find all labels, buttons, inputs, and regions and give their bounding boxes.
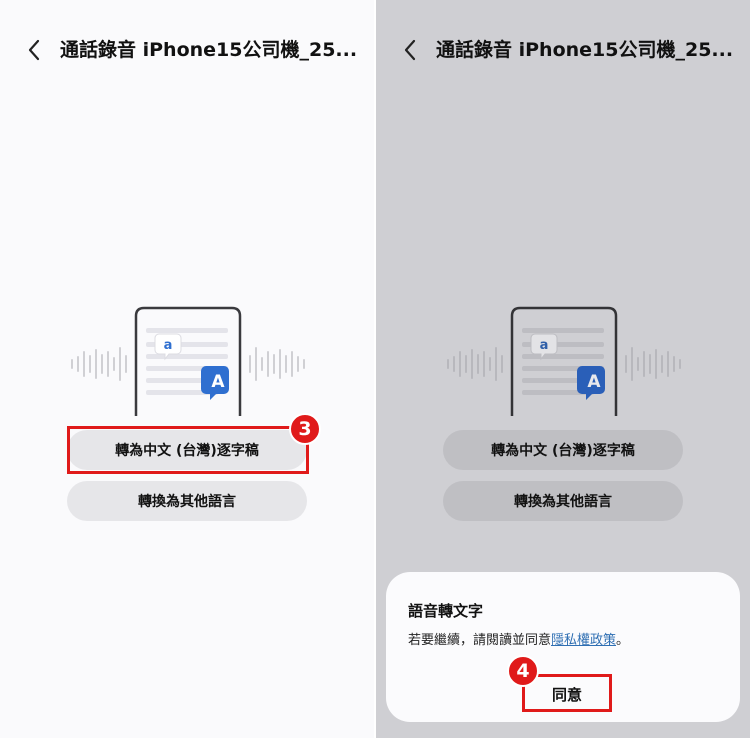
speech-to-text-dialog: 語音轉文字 若要繼續，請閱讀並同意隱私權政策。 同意 4 xyxy=(386,572,740,722)
top-app-bar: 通話錄音 iPhone15公司機_25... xyxy=(376,30,750,70)
phone-transcript-illustration: a A xyxy=(71,306,305,416)
phone-transcript-illustration: a A xyxy=(447,306,681,416)
transcribe-chinese-button[interactable]: 轉為中文 (台灣)逐字稿 xyxy=(443,430,683,470)
dialog-title: 語音轉文字 xyxy=(408,602,484,620)
sound-wave-icon xyxy=(447,347,503,381)
step-3-highlight xyxy=(67,426,309,474)
privacy-policy-link[interactable]: 隱私權政策 xyxy=(551,633,616,648)
svg-text:a: a xyxy=(164,338,173,353)
top-app-bar: 通話錄音 iPhone15公司機_25... xyxy=(0,30,374,70)
convert-other-language-button[interactable]: 轉換為其他語言 xyxy=(67,481,307,521)
svg-text:a: a xyxy=(540,338,549,353)
step-3-badge: 3 xyxy=(289,413,321,445)
svg-text:A: A xyxy=(211,372,225,392)
convert-other-language-button[interactable]: 轉換為其他語言 xyxy=(443,481,683,521)
page-title: 通話錄音 iPhone15公司機_25... xyxy=(436,39,734,61)
dialog-body: 若要繼續，請閱讀並同意隱私權政策。 xyxy=(408,629,629,648)
dialog-body-text: 若要繼續，請閱讀並同意 xyxy=(408,633,552,648)
sound-wave-icon xyxy=(71,347,127,381)
right-screen: 通話錄音 iPhone15公司機_25... a A 轉為中文 (台灣)逐字稿 … xyxy=(376,0,750,738)
dialog-body-suffix: 。 xyxy=(616,633,630,648)
page-title: 通話錄音 iPhone15公司機_25... xyxy=(60,39,358,61)
chevron-left-icon[interactable] xyxy=(400,36,420,64)
svg-text:A: A xyxy=(587,372,601,392)
chevron-left-icon[interactable] xyxy=(24,36,44,64)
left-screen: 通話錄音 iPhone15公司機_25... a A 轉為中文 (台灣)逐字稿 … xyxy=(0,0,374,738)
step-4-badge: 4 xyxy=(507,655,539,687)
